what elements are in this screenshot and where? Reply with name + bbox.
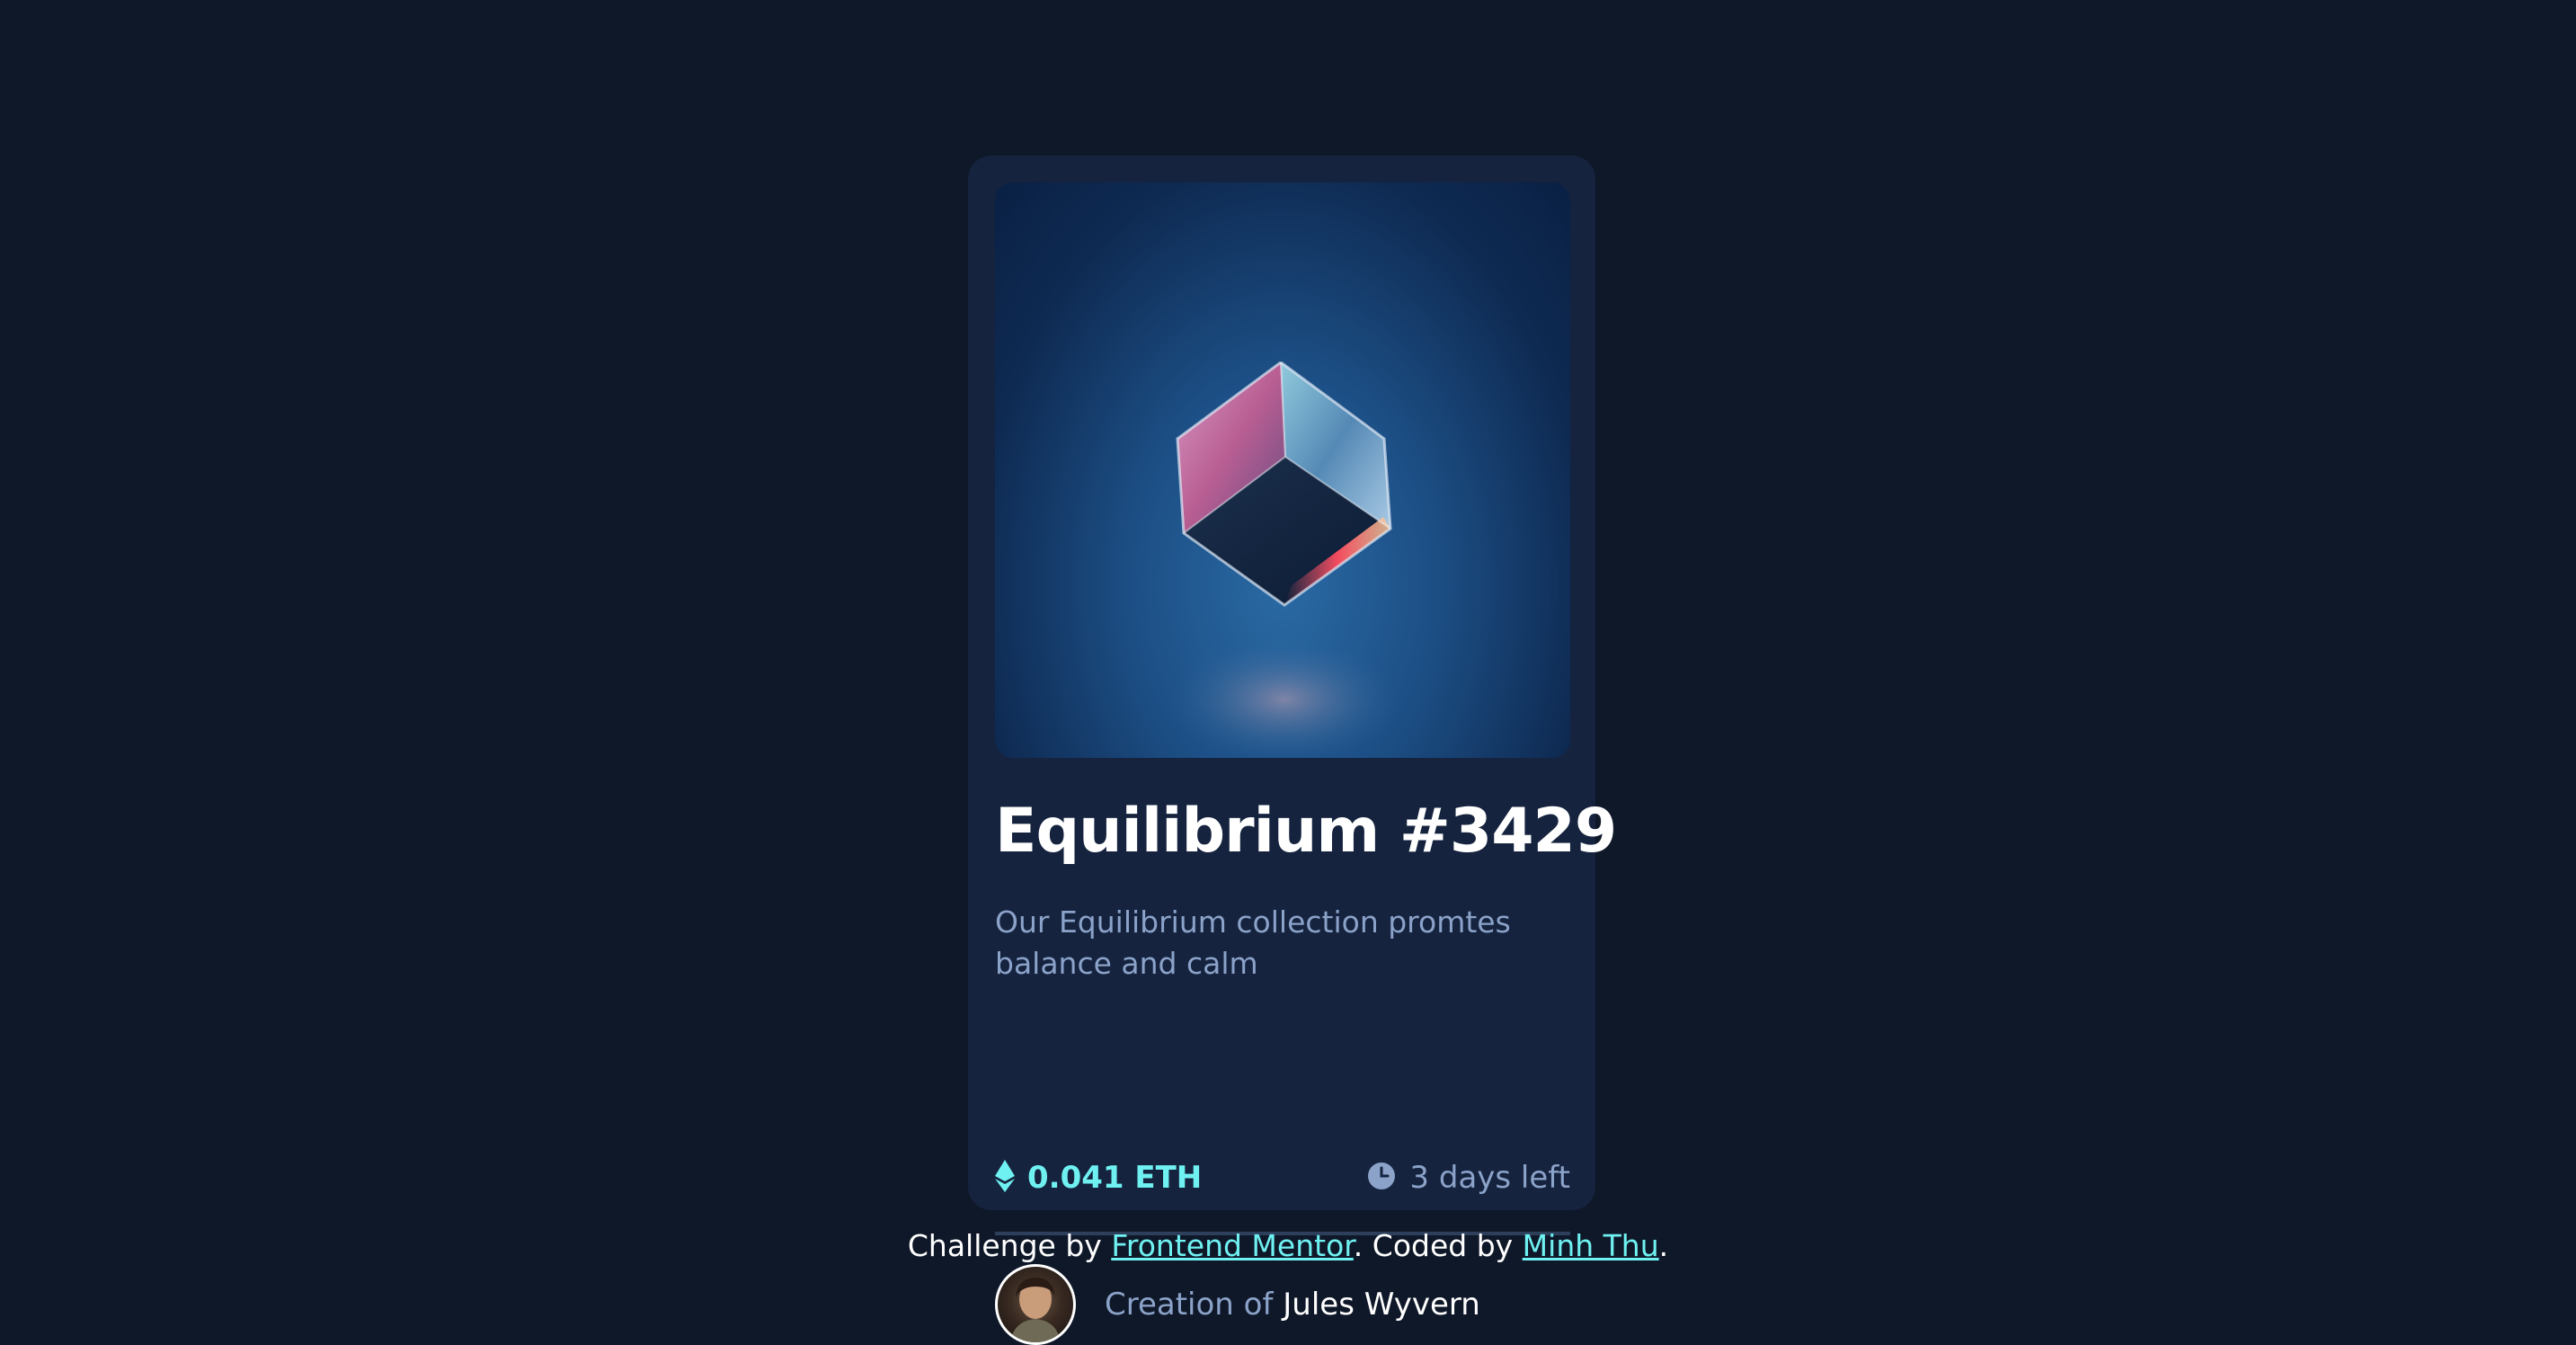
creator-text: Creation of Jules Wyvern — [1105, 1287, 1480, 1323]
creator-avatar — [995, 1264, 1076, 1345]
attribution-prefix: Challenge by — [907, 1228, 1102, 1263]
clock-icon — [1368, 1162, 1396, 1193]
attribution: Challenge by Frontend Mentor. Coded by M… — [0, 1228, 2576, 1263]
frontend-mentor-link[interactable]: Frontend Mentor — [1111, 1228, 1353, 1263]
attribution-middle: . Coded by — [1353, 1228, 1514, 1263]
author-link[interactable]: Minh Thu — [1523, 1228, 1659, 1263]
nft-description: Our Equilibrium collection promtes balan… — [995, 904, 1511, 981]
price-group: 0.041 ETH — [995, 1160, 1202, 1196]
creator-row: Creation of Jules Wyvern — [995, 1264, 1480, 1345]
time-group: 3 days left — [1368, 1160, 1570, 1196]
creator-name[interactable]: Jules Wyvern — [1283, 1287, 1480, 1323]
cube-illustration — [1168, 361, 1401, 758]
nft-stats: 0.041 ETH 3 days left — [995, 1160, 1570, 1210]
creator-prefix: Creation of — [1105, 1287, 1274, 1323]
ethereum-icon — [995, 1160, 1015, 1196]
time-left: 3 days left — [1409, 1160, 1570, 1196]
attribution-suffix: . — [1658, 1228, 1669, 1263]
nft-title[interactable]: Equilibrium #3429 — [995, 796, 1617, 867]
equilibrium-image[interactable] — [995, 183, 1570, 758]
price-value: 0.041 ETH — [1027, 1160, 1203, 1196]
nft-card: Equilibrium #3429 Our Equilibrium collec… — [968, 156, 1617, 1345]
